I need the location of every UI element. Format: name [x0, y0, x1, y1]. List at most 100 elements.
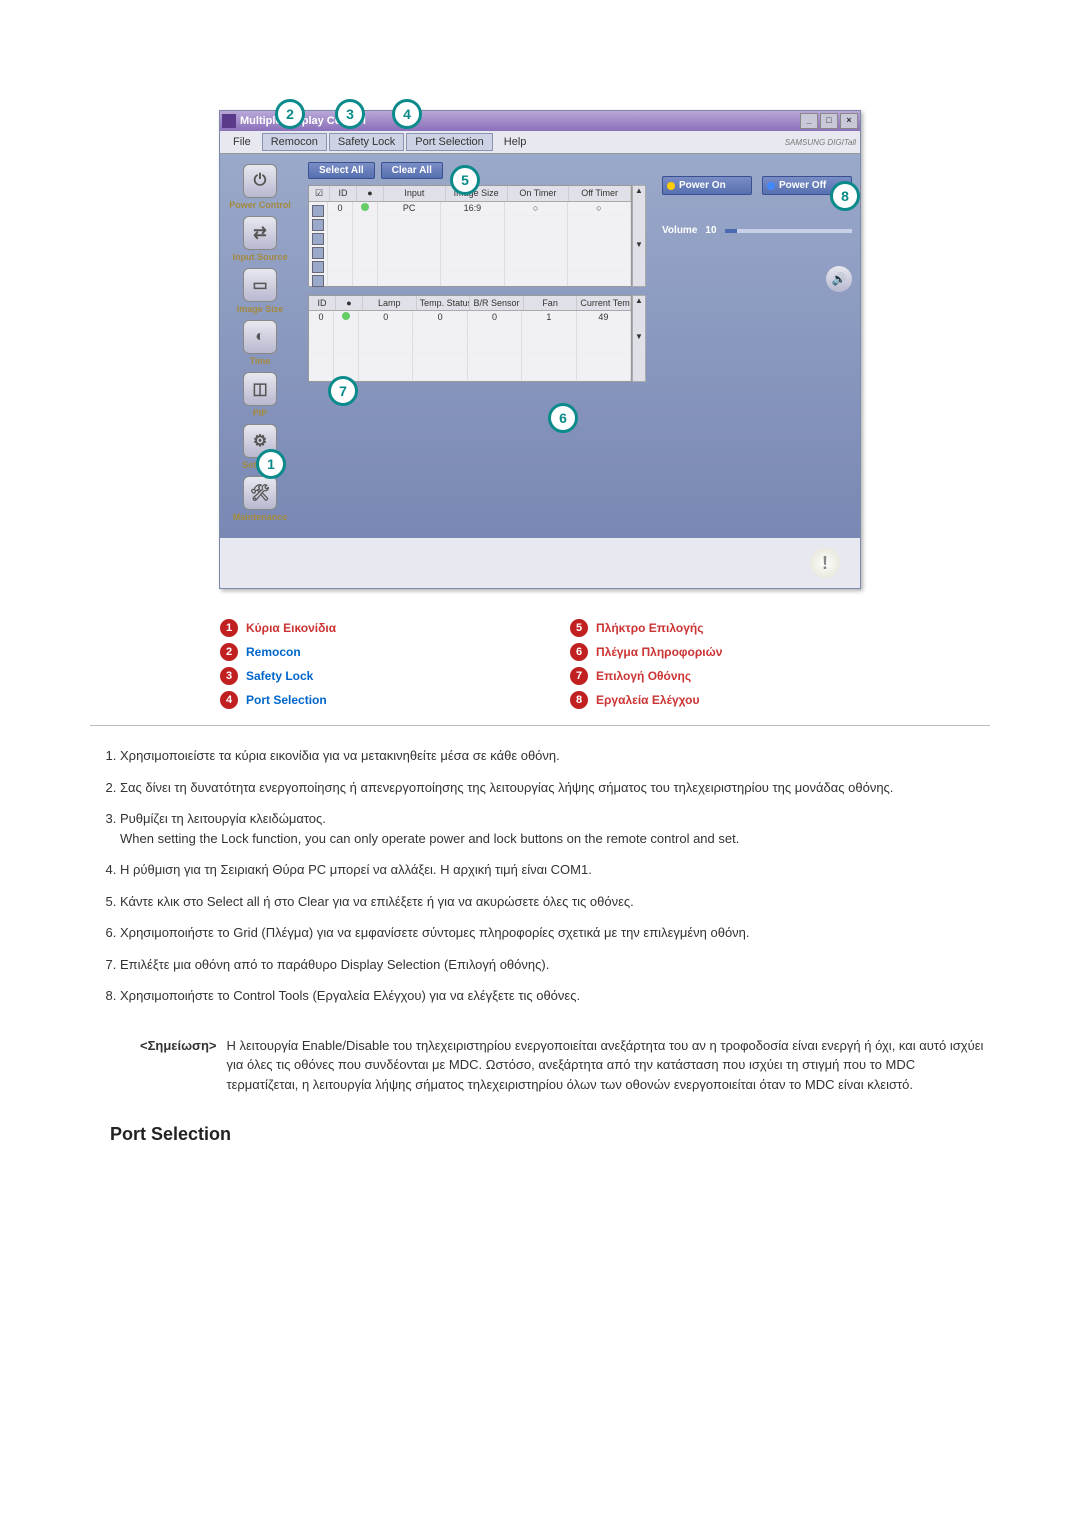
- grid2-header-id: ID: [309, 296, 336, 310]
- legend-text: Remocon: [246, 645, 301, 659]
- grid-header-off-timer: Off Timer: [569, 186, 631, 201]
- mdc-app-window: 2 3 4 5 8 6 7 1 Multiple Display Control…: [219, 110, 861, 589]
- sidebar-input-source[interactable]: ⇄ Input Source: [220, 216, 300, 262]
- menubar: File Remocon Safety Lock Port Selection …: [220, 131, 860, 154]
- menu-file[interactable]: File: [224, 133, 260, 151]
- sidebar-item-label: PIP: [253, 408, 268, 418]
- note-item: Επιλέξτε μια οθόνη από το παράθυρο Displ…: [120, 955, 990, 975]
- note-item: Ρυθμίζει τη λειτουργία κλειδώματος. When…: [120, 809, 990, 848]
- cell-fan: 1: [522, 311, 576, 325]
- speaker-icon[interactable]: 🔊: [826, 266, 852, 292]
- legend-bullet: 6: [570, 643, 588, 661]
- dot-icon: [767, 182, 775, 190]
- sidebar-item-label: Time: [250, 356, 271, 366]
- scrollbar[interactable]: ▲▼: [632, 295, 646, 382]
- sidebar-item-label: Maintenance: [233, 512, 288, 522]
- input-icon: ⇄: [243, 216, 277, 250]
- callout-1: 1: [256, 449, 286, 479]
- info-grid-top: ☑ ID ● Input Image Size On Timer Off Tim…: [308, 185, 632, 287]
- callout-6: 6: [548, 403, 578, 433]
- legend-bullet: 1: [220, 619, 238, 637]
- cell-temp-status: 0: [413, 311, 467, 325]
- legend-text: Κύρια Εικονίδια: [246, 621, 336, 635]
- grid-header-status: ●: [357, 186, 384, 201]
- minimize-button[interactable]: _: [800, 113, 818, 129]
- window-title: Multiple Display Control: [240, 115, 800, 127]
- select-all-button[interactable]: Select All: [308, 162, 375, 179]
- scrollbar[interactable]: ▲▼: [632, 185, 646, 287]
- warning-icon: !: [810, 548, 840, 578]
- sidebar-pip[interactable]: ◫ PIP: [220, 372, 300, 418]
- cell-status: [334, 311, 359, 325]
- note-item: Κάντε κλικ στο Select all ή στο Clear γι…: [120, 892, 990, 912]
- legend-bullet: 4: [220, 691, 238, 709]
- close-button[interactable]: ×: [840, 113, 858, 129]
- legend-text: Port Selection: [246, 693, 327, 707]
- sidebar-maintenance[interactable]: 🛠Maintenance: [220, 476, 300, 522]
- grid-header-id: ID: [330, 186, 357, 201]
- section-title: Port Selection: [110, 1124, 970, 1145]
- grid2-header-current-temp: Current Temp.: [577, 296, 631, 310]
- grid-row[interactable]: 0 PC 16:9 ○ ○: [309, 202, 631, 216]
- note-item: Χρησιμοποιήστε το Grid (Πλέγμα) για να ε…: [120, 923, 990, 943]
- cell-current-temp: 49: [577, 311, 631, 325]
- app-icon: [222, 114, 236, 128]
- grid-row[interactable]: 0 0 0 0 1 49: [309, 311, 631, 325]
- divider: [90, 725, 990, 726]
- menu-remocon[interactable]: Remocon: [262, 133, 327, 151]
- note-item: Χρησιμοποιείστε τα κύρια εικονίδια για ν…: [120, 746, 990, 766]
- legend-bullet: 8: [570, 691, 588, 709]
- sidebar-image-size[interactable]: ▭ Image Size: [220, 268, 300, 314]
- dot-icon: [667, 182, 675, 190]
- legend-text: Πλέγμα Πληροφοριών: [596, 645, 722, 659]
- legend-bullet: 3: [220, 667, 238, 685]
- legend-bullet: 7: [570, 667, 588, 685]
- note-item: Χρησιμοποιήστε το Control Tools (Εργαλεί…: [120, 986, 990, 1006]
- clear-all-button[interactable]: Clear All: [381, 162, 443, 179]
- callout-3: 3: [335, 99, 365, 129]
- note-item: Σας δίνει τη δυνατότητα ενεργοποίησης ή …: [120, 778, 990, 798]
- info-grid-bottom: ID ● Lamp Temp. Status B/R Sensor Fan Cu…: [308, 295, 632, 382]
- grid2-header-fan: Fan: [524, 296, 578, 310]
- image-size-icon: ▭: [243, 268, 277, 302]
- cell-id: 0: [328, 202, 353, 216]
- brand-label: SAMSUNG DIGITall: [785, 138, 856, 147]
- legend-text: Safety Lock: [246, 669, 313, 683]
- menu-port-selection[interactable]: Port Selection: [406, 133, 492, 151]
- sidebar-time[interactable]: ◐Time: [220, 320, 300, 366]
- menu-help[interactable]: Help: [495, 133, 536, 151]
- statusbar: !: [220, 538, 860, 588]
- legend: 1Κύρια Εικονίδια 2Remocon 3Safety Lock 4…: [170, 619, 910, 715]
- callout-8: 8: [830, 181, 860, 211]
- power-on-label: Power On: [679, 180, 726, 191]
- window-titlebar: Multiple Display Control _ □ ×: [220, 111, 860, 131]
- note-block: <Σημείωση> Η λειτουργία Enable/Disable τ…: [140, 1036, 990, 1095]
- cell-off-timer: ○: [568, 202, 631, 216]
- grid2-header-lamp: Lamp: [363, 296, 417, 310]
- legend-text: Εργαλεία Ελέγχου: [596, 693, 699, 707]
- power-icon: ⏻: [243, 164, 277, 198]
- grid-header-input: Input: [384, 186, 446, 201]
- sidebar-item-label: Input Source: [232, 252, 287, 262]
- note-body: Η λειτουργία Enable/Disable του τηλεχειρ…: [226, 1036, 990, 1095]
- volume-label: Volume: [662, 225, 697, 236]
- menu-safety-lock[interactable]: Safety Lock: [329, 133, 404, 151]
- main-icons-sidebar: ⏻Power Control ⇄ Input Source ▭ Image Size…: [220, 154, 300, 538]
- callout-4: 4: [392, 99, 422, 129]
- note-label: <Σημείωση>: [140, 1036, 216, 1095]
- cell-status: [353, 202, 378, 216]
- volume-value: 10: [705, 225, 716, 236]
- cell-on-timer: ○: [505, 202, 568, 216]
- cell-image-size: 16:9: [441, 202, 504, 216]
- grid-header-checkbox: ☑: [309, 186, 330, 201]
- volume-slider[interactable]: [725, 229, 852, 233]
- grid2-header-temp-status: Temp. Status: [417, 296, 471, 310]
- sidebar-item-label: Image Size: [237, 304, 284, 314]
- legend-bullet: 5: [570, 619, 588, 637]
- power-on-button[interactable]: Power On: [662, 176, 752, 195]
- sidebar-power-control[interactable]: ⏻Power Control: [220, 164, 300, 210]
- cell-lamp: 0: [359, 311, 413, 325]
- maximize-button[interactable]: □: [820, 113, 838, 129]
- grid2-header-status: ●: [336, 296, 363, 310]
- pip-icon: ◫: [243, 372, 277, 406]
